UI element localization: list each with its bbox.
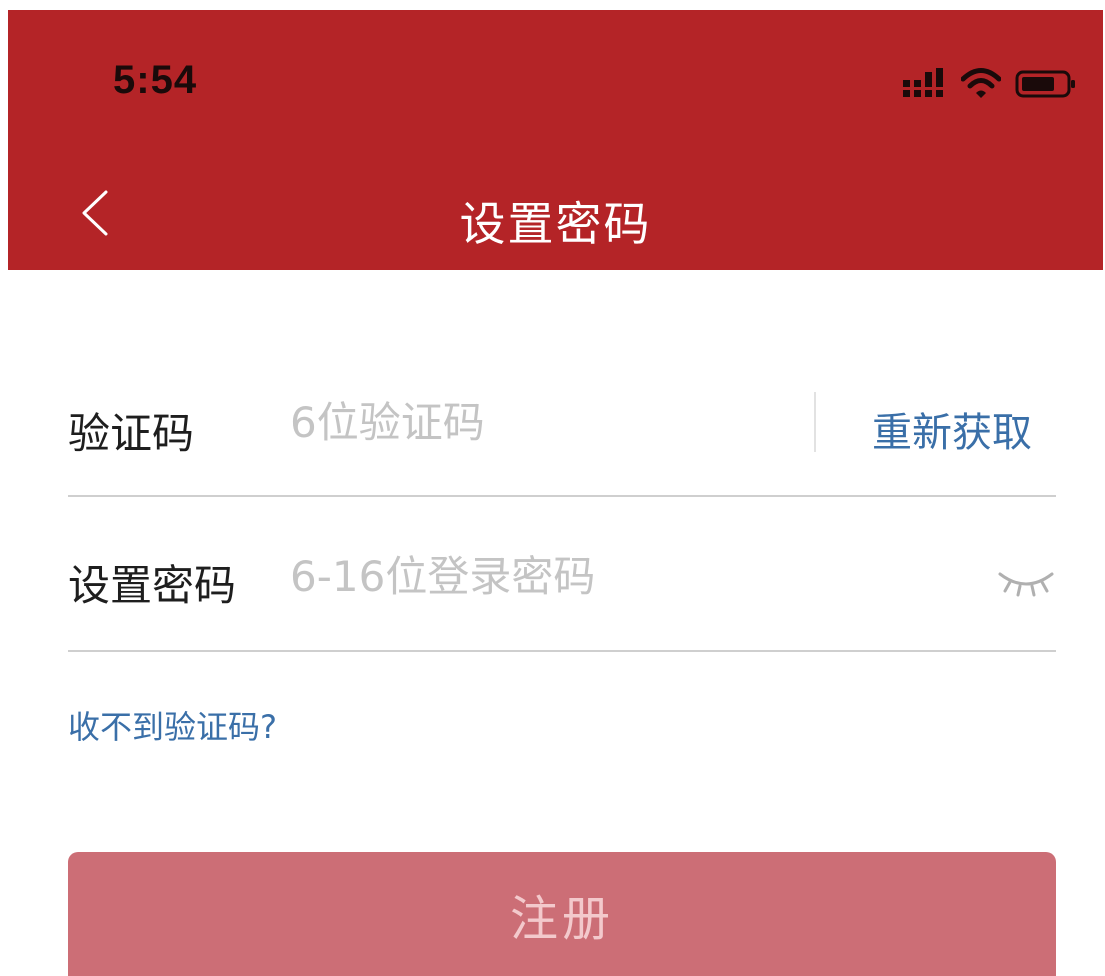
register-button[interactable]: 注册 (68, 852, 1056, 976)
vertical-divider (814, 392, 816, 452)
resend-code-button[interactable]: 重新获取 (872, 400, 1032, 458)
verification-code-row: 验证码 重新获取 (68, 380, 1056, 497)
eye-closed-icon[interactable] (996, 562, 1056, 602)
wifi-icon (960, 68, 1002, 104)
password-row: 设置密码 (68, 540, 1056, 652)
signal-icon (901, 68, 947, 104)
verification-code-input[interactable] (290, 386, 790, 458)
battery-icon (1015, 69, 1077, 103)
no-code-help-link[interactable]: 收不到验证码? (68, 702, 277, 748)
header: 5:54 设置密码 (8, 10, 1103, 270)
page-title: 设置密码 (459, 197, 652, 251)
status-icons (901, 68, 1077, 104)
verification-code-label: 验证码 (68, 409, 195, 458)
password-label: 设置密码 (68, 561, 237, 610)
set-password-screen: 5:54 设置密码 验证码 6位验证码 重新获取 设置密码 收不到验证码? 注册 (0, 0, 1105, 976)
status-time: 5:54 (113, 58, 198, 102)
password-input[interactable] (290, 540, 930, 612)
